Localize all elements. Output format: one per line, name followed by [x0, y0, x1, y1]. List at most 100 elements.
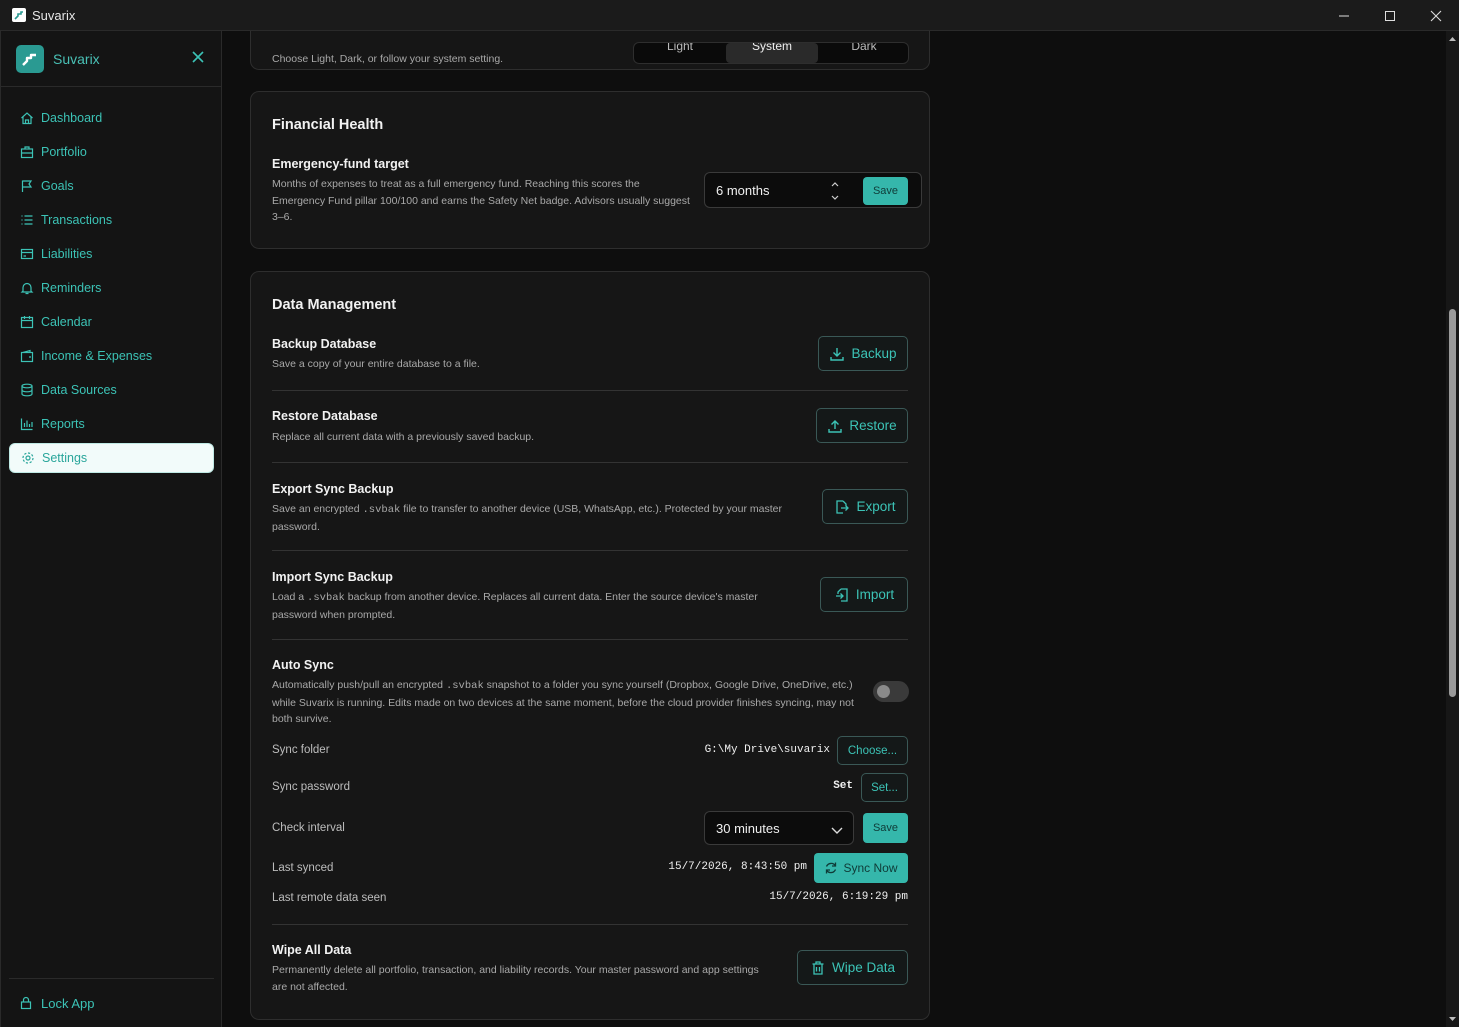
restore-desc: Replace all current data with a previous…: [272, 431, 535, 443]
maximize-button[interactable]: [1367, 0, 1413, 31]
sidebar-item-label: Reminders: [41, 281, 102, 295]
emergency-fund-input[interactable]: 6 months: [716, 183, 769, 198]
import-title: Import Sync Backup: [272, 570, 393, 584]
restore-title: Restore Database: [272, 409, 378, 423]
check-interval-label: Check interval: [272, 822, 345, 834]
wipe-title: Wipe All Data: [272, 943, 352, 957]
sidebar-item-dashboard[interactable]: Dashboard: [9, 103, 214, 133]
backup-desc: Save a copy of your entire database to a…: [272, 358, 480, 370]
lock-icon: [19, 995, 35, 1011]
card-title: Financial Health: [272, 117, 384, 133]
brand: Suvarix: [1, 31, 221, 87]
sidebar-item-income-expenses[interactable]: Income & Expenses: [9, 341, 214, 371]
theme-option-dark[interactable]: Dark: [818, 43, 908, 63]
sidebar-item-transactions[interactable]: Transactions: [9, 205, 214, 235]
data-management-card: Data Management Backup Database Save a c…: [250, 271, 930, 1020]
sidebar-item-label: Income & Expenses: [41, 349, 153, 363]
minimize-button[interactable]: [1321, 0, 1367, 31]
close-window-button[interactable]: [1413, 0, 1459, 31]
import-button[interactable]: Import: [820, 577, 908, 612]
scroll-down-icon[interactable]: [1446, 1013, 1459, 1025]
sidebar-item-label: Settings: [42, 451, 88, 465]
sync-now-label: Sync Now: [843, 861, 898, 875]
sidebar-item-reminders[interactable]: Reminders: [9, 273, 214, 303]
backup-button-label: Backup: [851, 346, 897, 361]
emergency-fund-control: 6 months Save: [704, 172, 922, 208]
card-title: Data Management: [272, 297, 397, 313]
backup-button[interactable]: Backup: [818, 336, 908, 371]
restore-button[interactable]: Restore: [816, 408, 908, 443]
lock-app-label: Lock App: [41, 995, 95, 1011]
list-icon: [19, 212, 35, 228]
sidebar-item-label: Data Sources: [41, 383, 117, 397]
sidebar-item-label: Goals: [41, 179, 74, 193]
theme-option-light[interactable]: Light: [634, 43, 726, 63]
sidebar-item-label: Transactions: [41, 213, 113, 227]
theme-segmented-control: Light System Dark: [633, 42, 909, 64]
sidebar: Suvarix Dashboard Portfolio Goals Transa…: [0, 31, 222, 1027]
last-synced-value: 15/7/2026, 8:43:50 pm: [668, 861, 807, 873]
close-icon[interactable]: [191, 50, 205, 64]
app-icon: [12, 8, 26, 22]
sidebar-item-data-sources[interactable]: Data Sources: [9, 375, 214, 405]
sidebar-item-calendar[interactable]: Calendar: [9, 307, 214, 337]
set-password-button[interactable]: Set...: [861, 773, 908, 802]
financial-health-card: Financial Health Emergency-fund target M…: [250, 91, 930, 249]
sidebar-item-label: Liabilities: [41, 247, 93, 261]
export-button[interactable]: Export: [822, 489, 908, 524]
interval-save-button[interactable]: Save: [863, 813, 908, 843]
import-button-label: Import: [855, 587, 895, 602]
bell-icon: [19, 280, 35, 296]
sidebar-item-label: Dashboard: [41, 111, 103, 125]
theme-option-system[interactable]: System: [726, 43, 818, 63]
last-remote-label: Last remote data seen: [272, 892, 387, 904]
scrollbar-thumb[interactable]: [1449, 309, 1456, 697]
divider: [272, 639, 908, 640]
home-icon: [19, 110, 35, 126]
wipe-data-label: Wipe Data: [831, 960, 896, 975]
lock-app-button[interactable]: Lock App: [9, 978, 214, 1027]
nav-list: Dashboard Portfolio Goals Transactions L…: [1, 87, 221, 473]
last-remote-value: 15/7/2026, 6:19:29 pm: [769, 891, 908, 903]
wipe-desc: Permanently delete all portfolio, transa…: [272, 964, 759, 993]
last-synced-label: Last synced: [272, 862, 334, 874]
auto-sync-toggle[interactable]: [873, 681, 909, 702]
settings-content: Choose Light, Dark, or follow your syste…: [222, 31, 1446, 1027]
auto-sync-title: Auto Sync: [272, 658, 334, 672]
appearance-card: Choose Light, Dark, or follow your syste…: [250, 31, 930, 70]
scrollbar[interactable]: [1446, 31, 1459, 1027]
sidebar-item-goals[interactable]: Goals: [9, 171, 214, 201]
emergency-fund-title: Emergency-fund target: [272, 157, 409, 171]
export-title: Export Sync Backup: [272, 482, 394, 496]
sidebar-item-portfolio[interactable]: Portfolio: [9, 137, 214, 167]
backup-title: Backup Database: [272, 337, 377, 351]
sidebar-item-label: Portfolio: [41, 145, 87, 159]
chevron-down-icon: [831, 823, 843, 841]
sidebar-item-label: Calendar: [41, 315, 92, 329]
choose-folder-button[interactable]: Choose...: [837, 736, 908, 765]
sync-password-label: Sync password: [272, 781, 350, 793]
database-icon: [19, 382, 35, 398]
gear-icon: [20, 450, 36, 466]
emergency-fund-desc: Months of expenses to treat as a full em…: [272, 178, 690, 223]
export-file-icon: [836, 499, 850, 514]
restore-button-label: Restore: [849, 418, 897, 433]
check-interval-select[interactable]: 30 minutes: [704, 811, 854, 845]
scroll-up-icon[interactable]: [1446, 33, 1459, 45]
sync-folder-value: G:\My Drive\suvarix: [704, 744, 830, 756]
upload-icon: [828, 419, 843, 433]
sidebar-item-liabilities[interactable]: Liabilities: [9, 239, 214, 269]
window-title: Suvarix: [32, 7, 76, 23]
trash-icon: [812, 960, 824, 975]
wallet-icon: [19, 348, 35, 364]
brand-logo: [16, 44, 44, 73]
title-bar: Suvarix: [0, 0, 1459, 31]
stepper-icon[interactable]: [830, 179, 840, 208]
appearance-desc: Choose Light, Dark, or follow your syste…: [272, 53, 504, 65]
check-interval-value: 30 minutes: [716, 821, 780, 836]
emergency-save-button[interactable]: Save: [863, 177, 908, 205]
sidebar-item-settings[interactable]: Settings: [9, 443, 214, 473]
sidebar-item-reports[interactable]: Reports: [9, 409, 214, 439]
sync-now-button[interactable]: Sync Now: [814, 853, 908, 883]
wipe-data-button[interactable]: Wipe Data: [797, 950, 908, 985]
